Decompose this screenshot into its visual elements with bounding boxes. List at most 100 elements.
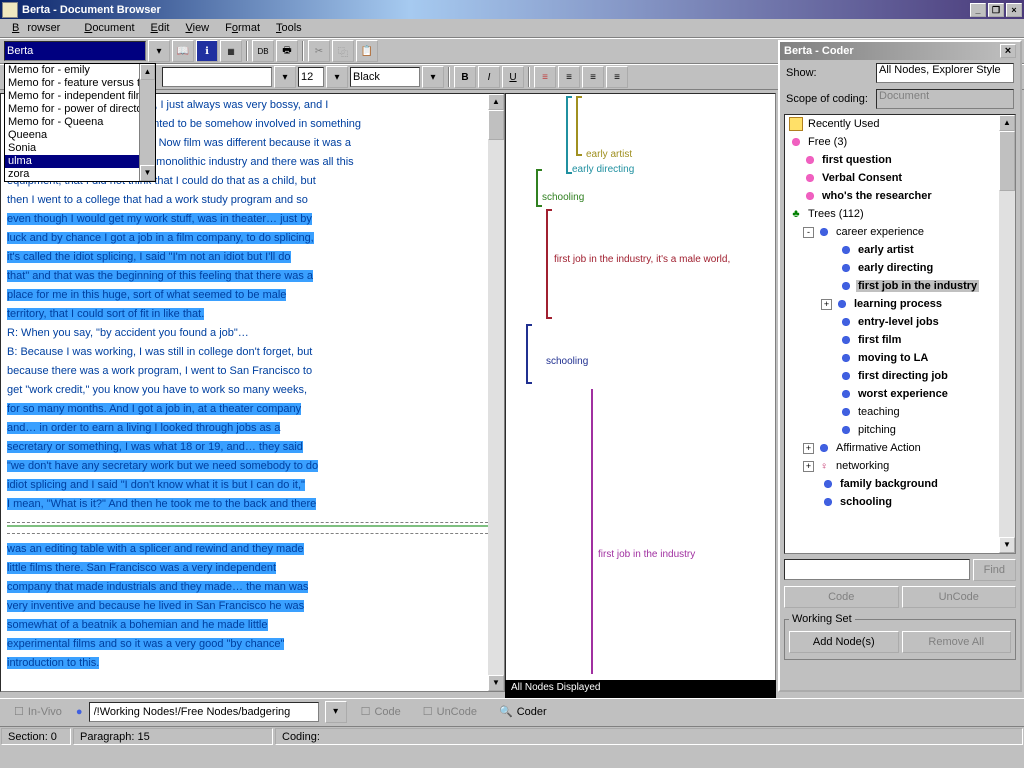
tree-node[interactable]: worst experience: [856, 388, 950, 400]
highlighted-text: was an editing table with a splicer and …: [7, 543, 304, 555]
tree-node[interactable]: teaching: [856, 406, 902, 418]
minimize-button[interactable]: _: [970, 3, 986, 17]
coder-button-bottom[interactable]: 🔍 Coder: [491, 702, 555, 722]
node-tree[interactable]: Recently Used Free (3) first question Ve…: [784, 114, 1016, 554]
menu-format[interactable]: Format: [217, 20, 268, 36]
tree-scrollbar[interactable]: ▲ ▼: [999, 115, 1015, 553]
browse-icon[interactable]: 📖: [172, 40, 194, 62]
grid-icon[interactable]: ▦: [220, 40, 242, 62]
tree-node[interactable]: networking: [834, 460, 891, 472]
tree-node[interactable]: who's the researcher: [820, 190, 934, 202]
collapse-icon[interactable]: -: [803, 227, 814, 238]
align-right-button[interactable]: ≡: [582, 66, 604, 88]
expand-icon[interactable]: +: [821, 299, 832, 310]
document-dropdown-list[interactable]: Memo for - emily Memo for - feature vers…: [4, 63, 156, 182]
scroll-track[interactable]: [488, 140, 504, 675]
list-item[interactable]: Queena: [5, 129, 155, 142]
find-input[interactable]: [784, 559, 970, 580]
bold-button[interactable]: B: [454, 66, 476, 88]
list-item[interactable]: Memo for - Queena: [5, 116, 155, 129]
tree-node[interactable]: first film: [856, 334, 903, 346]
tree-node[interactable]: schooling: [838, 496, 894, 508]
db-icon[interactable]: DB: [252, 40, 274, 62]
tree-node[interactable]: pitching: [856, 424, 898, 436]
list-item-selected[interactable]: ulma: [5, 155, 155, 168]
scroll-thumb[interactable]: [999, 131, 1015, 191]
tree-node[interactable]: early directing: [856, 262, 935, 274]
tree-node[interactable]: early artist: [856, 244, 916, 256]
tree-node[interactable]: moving to LA: [856, 352, 930, 364]
tree-node[interactable]: entry-level jobs: [856, 316, 941, 328]
code-button-bottom[interactable]: ☐ Code: [353, 702, 409, 722]
tree-node[interactable]: Free (3): [806, 136, 849, 148]
tree-node[interactable]: Affirmative Action: [834, 442, 923, 454]
maximize-button[interactable]: ❐: [988, 3, 1004, 17]
align-center-button[interactable]: ≡: [558, 66, 580, 88]
node-icon: [839, 243, 853, 257]
document-scrollbar[interactable]: ▲ ▼: [488, 94, 504, 691]
font-family-select[interactable]: [162, 67, 272, 87]
remove-all-button[interactable]: Remove All: [902, 631, 1012, 653]
tree-node[interactable]: career experience: [834, 226, 926, 238]
menubar: Browser Document Edit View Format Tools: [0, 19, 1024, 38]
menu-document[interactable]: Document: [76, 20, 142, 36]
list-item[interactable]: Memo for - emily: [5, 64, 155, 77]
menu-browser[interactable]: Browser: [4, 20, 76, 36]
code-button[interactable]: Code: [784, 586, 899, 608]
tree-node[interactable]: first directing job: [856, 370, 950, 382]
uncode-button[interactable]: UnCode: [902, 586, 1017, 608]
tree-node[interactable]: Verbal Consent: [820, 172, 904, 184]
coder-close-button[interactable]: ×: [1000, 44, 1016, 58]
uncode-button-bottom[interactable]: ☐ UnCode: [415, 702, 485, 722]
font-size-input[interactable]: [298, 67, 324, 87]
tree-node-selected[interactable]: first job in the industry: [856, 280, 979, 292]
menu-view[interactable]: View: [177, 20, 217, 36]
list-item[interactable]: Sonia: [5, 142, 155, 155]
tree-node[interactable]: family background: [838, 478, 940, 490]
paste-icon[interactable]: 📋: [356, 40, 378, 62]
tree-node[interactable]: first question: [820, 154, 894, 166]
font-color-dropdown-button[interactable]: ▾: [422, 66, 444, 88]
copy-icon[interactable]: ⿻: [332, 40, 354, 62]
dropdown-scrollbar[interactable]: ▲ ▼: [139, 64, 155, 181]
add-nodes-button[interactable]: Add Node(s): [789, 631, 899, 653]
doc-selector-dropdown-button[interactable]: ▾: [148, 40, 170, 62]
info-icon[interactable]: ℹ: [196, 40, 218, 62]
align-left-button[interactable]: ≡: [534, 66, 556, 88]
tree-node[interactable]: Trees (112): [806, 208, 866, 220]
scroll-up-icon[interactable]: ▲: [999, 115, 1015, 131]
node-path-input[interactable]: [89, 702, 319, 722]
font-size-dropdown-button[interactable]: ▾: [326, 66, 348, 88]
list-item[interactable]: zora: [5, 168, 155, 181]
scroll-down-icon[interactable]: ▼: [488, 675, 504, 691]
scroll-track[interactable]: [999, 191, 1015, 554]
list-item[interactable]: Memo for - independent film: [5, 90, 155, 103]
expand-icon[interactable]: +: [803, 461, 814, 472]
close-button[interactable]: ×: [1006, 3, 1022, 17]
node-icon: [839, 423, 853, 437]
align-justify-button[interactable]: ≡: [606, 66, 628, 88]
scroll-up-icon[interactable]: ▲: [140, 64, 155, 80]
show-select[interactable]: All Nodes, Explorer Style: [876, 63, 1014, 83]
scroll-down-icon[interactable]: ▼: [999, 537, 1015, 553]
tree-node[interactable]: Recently Used: [806, 118, 882, 130]
find-button[interactable]: Find: [973, 559, 1016, 581]
list-item[interactable]: Memo for - power of director: [5, 103, 155, 116]
scroll-down-icon[interactable]: ▼: [140, 165, 155, 181]
underline-button[interactable]: U: [502, 66, 524, 88]
expand-icon[interactable]: +: [803, 443, 814, 454]
scroll-up-icon[interactable]: ▲: [488, 94, 504, 110]
italic-button[interactable]: I: [478, 66, 500, 88]
menu-edit[interactable]: Edit: [143, 20, 178, 36]
list-item[interactable]: Memo for - feature versus te: [5, 77, 155, 90]
document-selector[interactable]: [4, 41, 146, 61]
print-icon[interactable]: 🖶: [276, 40, 298, 62]
menu-tools[interactable]: Tools: [268, 20, 310, 36]
tree-node[interactable]: learning process: [852, 298, 944, 310]
in-vivo-button[interactable]: ☐ In-Vivo: [6, 702, 70, 722]
scroll-thumb[interactable]: [488, 110, 504, 140]
font-color-select[interactable]: [350, 67, 420, 87]
font-family-dropdown-button[interactable]: ▾: [274, 66, 296, 88]
path-dropdown-button[interactable]: ▾: [325, 701, 347, 723]
cut-icon[interactable]: ✂: [308, 40, 330, 62]
